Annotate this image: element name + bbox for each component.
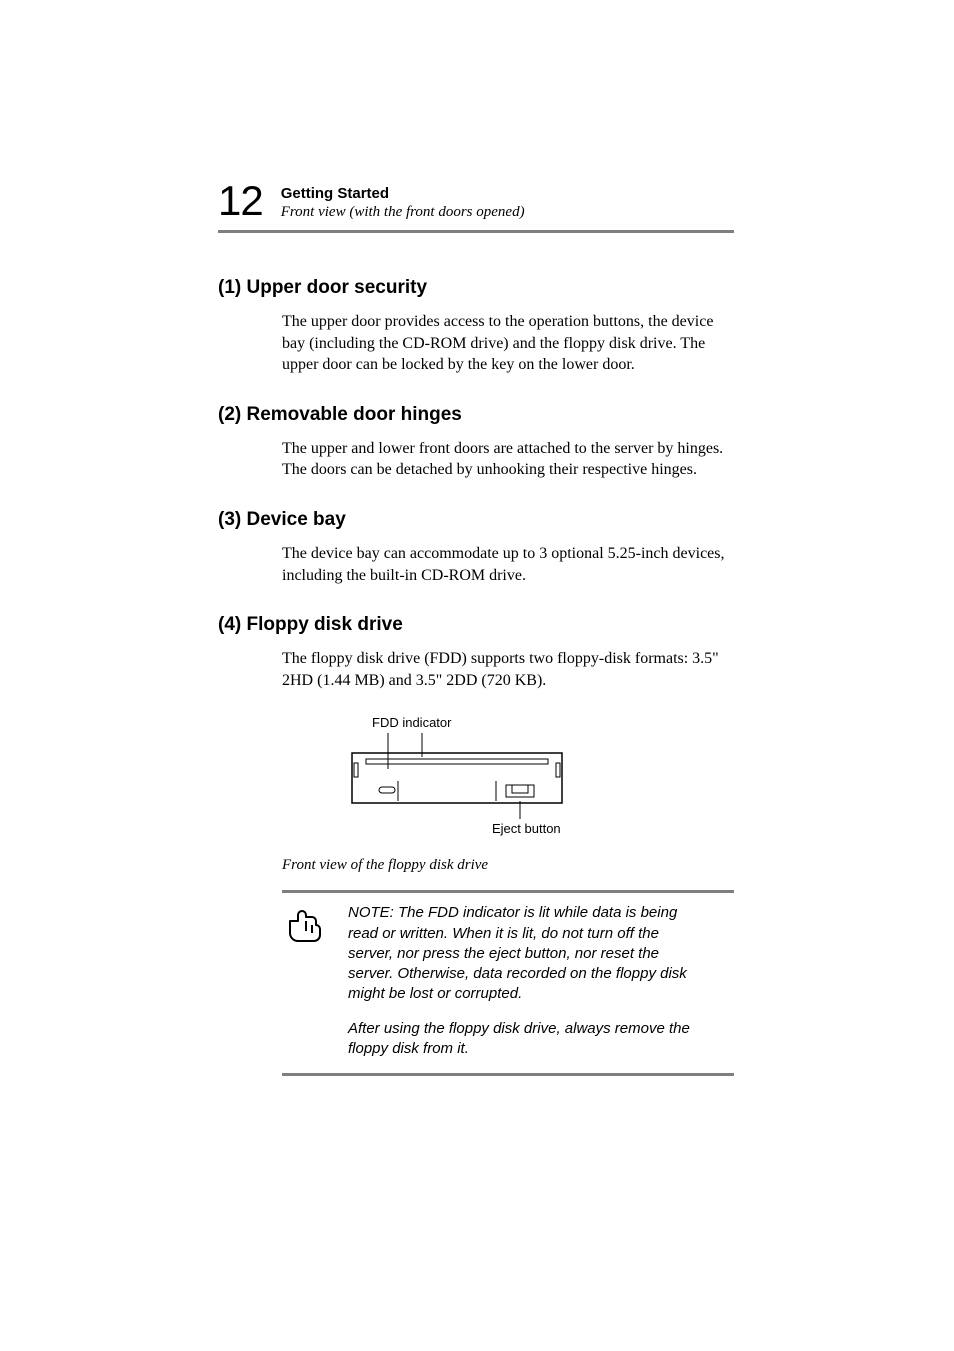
fdd-diagram-svg: FDD indicator Eject button: [282, 715, 602, 845]
note-paragraph: NOTE: The FDD indicator is lit while dat…: [348, 903, 698, 1004]
page-header: 12 Getting Started Front view (with the …: [218, 180, 734, 233]
eject-button-label: Eject button: [492, 821, 561, 836]
section-heading-floppy-disk-drive: (4) Floppy disk drive: [218, 614, 734, 636]
fdd-indicator-label: FDD indicator: [372, 715, 452, 730]
chapter-title: Getting Started: [281, 185, 525, 204]
note-icon: [286, 903, 334, 1059]
section-heading-device-bay: (3) Device bay: [218, 509, 734, 531]
section-body-device-bay: The device bay can accommodate up to 3 o…: [282, 543, 734, 586]
note-text: NOTE: The FDD indicator is lit while dat…: [348, 903, 698, 1059]
section-heading-removable-door-hinges: (2) Removable door hinges: [218, 404, 734, 426]
section-body-floppy-disk-drive: The floppy disk drive (FDD) supports two…: [282, 648, 734, 691]
breadcrumb: Front view (with the front doors opened): [281, 203, 525, 222]
section-body-upper-door-security: The upper door provides access to the op…: [282, 311, 734, 376]
page: 12 Getting Started Front view (with the …: [0, 0, 954, 1351]
fdd-figure: FDD indicator Eject button: [282, 715, 734, 845]
paragraph: The floppy disk drive (FDD) supports two…: [282, 648, 734, 691]
paragraph: The upper door provides access to the op…: [282, 311, 734, 376]
paragraph: The doors can be detached by unhooking t…: [282, 459, 734, 481]
section-heading-upper-door-security: (1) Upper door security: [218, 277, 734, 299]
note-rule-bottom: [282, 1073, 734, 1076]
pointing-hand-icon: [286, 903, 328, 945]
page-number: 12: [218, 180, 263, 222]
note-block: NOTE: The FDD indicator is lit while dat…: [282, 893, 734, 1073]
header-title-block: Getting Started Front view (with the fro…: [281, 185, 525, 223]
paragraph: The device bay can accommodate up to 3 o…: [282, 543, 734, 586]
figure-caption: Front view of the floppy disk drive: [282, 857, 734, 874]
note-paragraph: After using the floppy disk drive, alway…: [348, 1019, 698, 1060]
paragraph: The upper and lower front doors are atta…: [282, 438, 734, 460]
section-body-removable-door-hinges: The upper and lower front doors are atta…: [282, 438, 734, 481]
